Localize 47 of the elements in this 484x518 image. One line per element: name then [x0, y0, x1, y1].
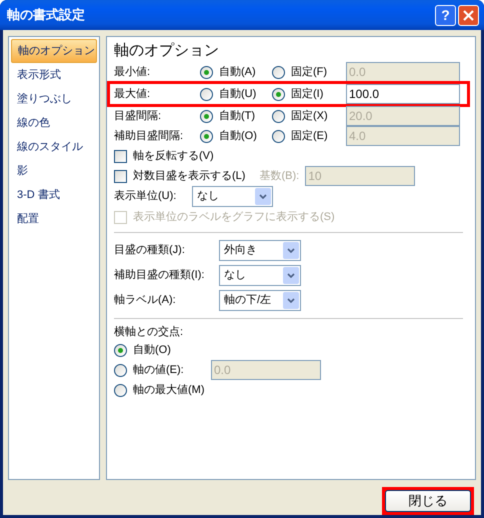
row-label: 最小値: [114, 64, 152, 80]
radio-label[interactable]: 自動(O) [133, 342, 205, 358]
radio-label[interactable]: 自動(U) [219, 86, 256, 102]
sidebar-item[interactable]: 3-D 書式 [11, 183, 97, 207]
dropdown[interactable]: 軸の下/左 [219, 290, 301, 311]
radio-button[interactable] [200, 88, 213, 100]
row-label: 表示単位(U): [114, 189, 178, 204]
sidebar-item[interactable]: 影 [11, 159, 97, 183]
close-icon [463, 10, 474, 20]
row-label: 最大値: [114, 86, 152, 102]
window-title: 軸の書式設定 [7, 6, 86, 24]
help-button[interactable]: ? [435, 4, 456, 26]
sidebar-item[interactable]: 配置 [11, 207, 97, 231]
input-field[interactable]: 100.0 [346, 84, 460, 104]
close-dialog-button[interactable]: 閉じる [385, 490, 471, 512]
checkbox[interactable] [114, 150, 127, 162]
panel-title: 軸のオプション [114, 41, 220, 61]
row-label: 軸ラベル(A): [114, 293, 177, 308]
chevron-down-icon [287, 248, 295, 253]
radio-label[interactable]: 軸の値(E): [133, 362, 205, 378]
radio-label[interactable]: 軸の最大値(M) [133, 382, 205, 398]
dropdown[interactable]: なし [219, 265, 301, 286]
radio-button[interactable] [114, 384, 127, 396]
section-label: 横軸との交点: [114, 324, 184, 340]
dropdown[interactable]: 外向き [219, 240, 301, 261]
dropdown[interactable]: なし [192, 186, 273, 207]
checkbox-label[interactable]: 軸を反転する(V) [133, 148, 214, 164]
checkbox[interactable] [114, 170, 127, 182]
sidebar-item[interactable]: 表示形式 [11, 63, 97, 87]
chevron-down-icon [287, 298, 295, 303]
base-label: 基数(B): [259, 168, 300, 184]
chevron-down-icon [287, 273, 295, 278]
row-label: 補助目盛の種類(I): [114, 268, 206, 284]
sidebar-item[interactable]: 塗りつぶし [11, 87, 97, 111]
radio-button[interactable] [114, 344, 127, 356]
sidebar-item[interactable]: 軸のオプション [11, 39, 97, 63]
chevron-down-icon [259, 194, 267, 199]
row-label: 目盛間隔: [114, 108, 162, 124]
close-button[interactable] [458, 4, 479, 26]
row-label: 補助目盛間隔: [114, 128, 184, 144]
row-label: 目盛の種類(J): [114, 242, 186, 258]
sidebar-item[interactable]: 線のスタイル [11, 135, 97, 159]
checkbox-label[interactable]: 対数目盛を表示する(L) [133, 168, 246, 184]
sidebar-item[interactable]: 線の色 [11, 111, 97, 135]
radio-button[interactable] [272, 88, 285, 100]
radio-label[interactable]: 固定(I) [291, 86, 324, 102]
radio-button[interactable] [114, 364, 127, 376]
